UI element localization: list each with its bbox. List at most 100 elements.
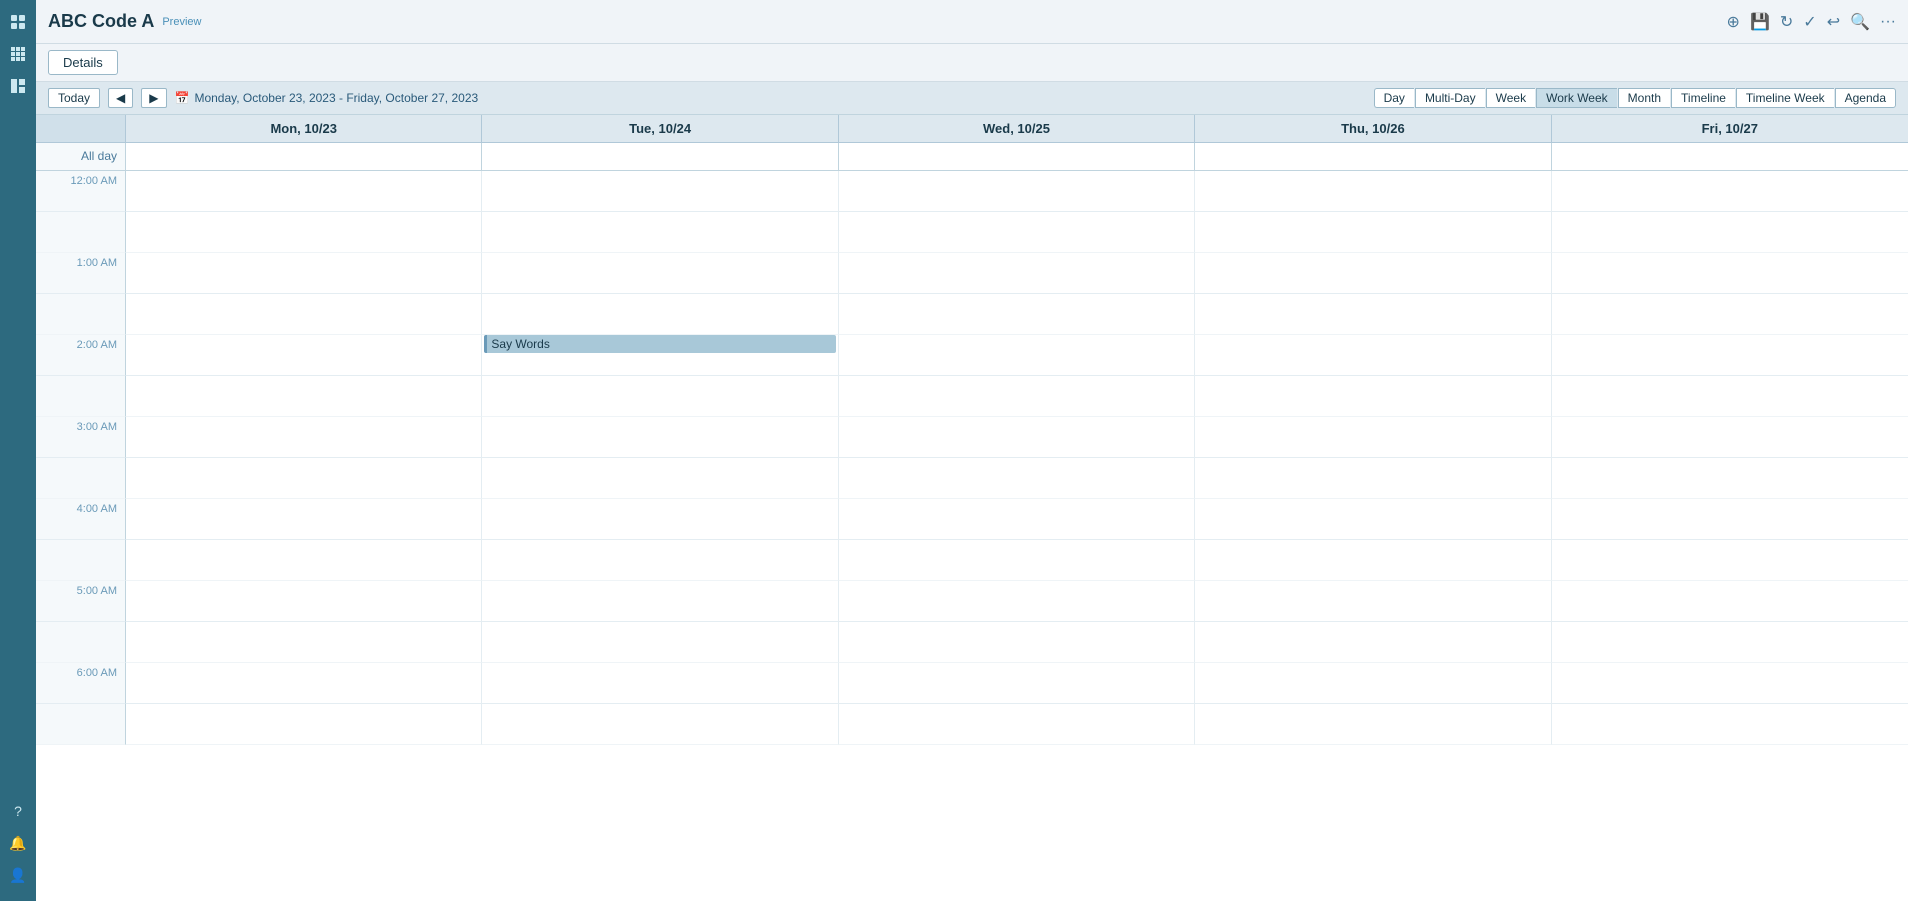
details-button[interactable]: Details xyxy=(48,50,118,75)
cell-4am-thu[interactable] xyxy=(1195,499,1551,540)
cell-12am-wed[interactable] xyxy=(839,171,1195,212)
cell-230am-fri[interactable] xyxy=(1552,376,1908,417)
cell-6am-wed[interactable] xyxy=(839,663,1195,704)
cell-630am-mon[interactable] xyxy=(126,704,482,745)
allday-wed[interactable] xyxy=(839,143,1195,170)
cell-2am-wed[interactable] xyxy=(839,335,1195,376)
cell-4am-wed[interactable] xyxy=(839,499,1195,540)
cell-530am-thu[interactable] xyxy=(1195,622,1551,663)
cell-5am-thu[interactable] xyxy=(1195,581,1551,622)
cell-1230am-tue[interactable] xyxy=(482,212,838,253)
check-icon[interactable]: ✓ xyxy=(1803,12,1816,32)
cell-330am-wed[interactable] xyxy=(839,458,1195,499)
allday-mon[interactable] xyxy=(126,143,482,170)
view-month[interactable]: Month xyxy=(1618,88,1670,108)
event-say-words[interactable]: Say Words xyxy=(484,335,835,353)
refresh-icon[interactable]: ↻ xyxy=(1780,12,1793,32)
user-icon[interactable]: 👤 xyxy=(4,861,32,889)
bell-icon[interactable]: 🔔 xyxy=(4,829,32,857)
cell-530am-mon[interactable] xyxy=(126,622,482,663)
cell-3am-wed[interactable] xyxy=(839,417,1195,458)
cell-230am-mon[interactable] xyxy=(126,376,482,417)
cell-5am-tue[interactable] xyxy=(482,581,838,622)
cell-330am-thu[interactable] xyxy=(1195,458,1551,499)
view-multiday[interactable]: Multi-Day xyxy=(1415,88,1485,108)
cell-430am-tue[interactable] xyxy=(482,540,838,581)
view-week[interactable]: Week xyxy=(1486,88,1535,108)
allday-tue[interactable] xyxy=(482,143,838,170)
view-day[interactable]: Day xyxy=(1374,88,1414,108)
view-workweek[interactable]: Work Week xyxy=(1536,88,1617,108)
cell-3am-tue[interactable] xyxy=(482,417,838,458)
cell-6am-mon[interactable] xyxy=(126,663,482,704)
view-timeline-week[interactable]: Timeline Week xyxy=(1736,88,1834,108)
cell-530am-fri[interactable] xyxy=(1552,622,1908,663)
cell-1am-tue[interactable] xyxy=(482,253,838,294)
cell-130am-mon[interactable] xyxy=(126,294,482,335)
cell-12am-tue[interactable] xyxy=(482,171,838,212)
cell-330am-mon[interactable] xyxy=(126,458,482,499)
cell-630am-fri[interactable] xyxy=(1552,704,1908,745)
cell-430am-wed[interactable] xyxy=(839,540,1195,581)
cell-1am-wed[interactable] xyxy=(839,253,1195,294)
help-icon[interactable]: ? xyxy=(4,797,32,825)
cell-530am-tue[interactable] xyxy=(482,622,838,663)
cell-230am-tue[interactable] xyxy=(482,376,838,417)
cell-1230am-thu[interactable] xyxy=(1195,212,1551,253)
allday-fri[interactable] xyxy=(1552,143,1908,170)
add-icon[interactable]: ⊕ xyxy=(1727,12,1740,32)
cell-12am-thu[interactable] xyxy=(1195,171,1551,212)
cell-230am-wed[interactable] xyxy=(839,376,1195,417)
cell-2am-fri[interactable] xyxy=(1552,335,1908,376)
cell-2am-mon[interactable] xyxy=(126,335,482,376)
undo-icon[interactable]: ↩ xyxy=(1827,12,1840,32)
cell-3am-mon[interactable] xyxy=(126,417,482,458)
more-icon[interactable]: ··· xyxy=(1880,13,1896,31)
view-agenda[interactable]: Agenda xyxy=(1835,88,1896,108)
cell-1am-mon[interactable] xyxy=(126,253,482,294)
cell-1am-fri[interactable] xyxy=(1552,253,1908,294)
cell-6am-tue[interactable] xyxy=(482,663,838,704)
cell-3am-thu[interactable] xyxy=(1195,417,1551,458)
cell-4am-fri[interactable] xyxy=(1552,499,1908,540)
search-icon[interactable]: 🔍 xyxy=(1850,12,1870,32)
sidebar-icon-apps[interactable] xyxy=(4,40,32,68)
cell-5am-mon[interactable] xyxy=(126,581,482,622)
cell-4am-mon[interactable] xyxy=(126,499,482,540)
cell-1230am-fri[interactable] xyxy=(1552,212,1908,253)
cell-630am-tue[interactable] xyxy=(482,704,838,745)
cell-630am-thu[interactable] xyxy=(1195,704,1551,745)
cell-130am-fri[interactable] xyxy=(1552,294,1908,335)
cell-330am-tue[interactable] xyxy=(482,458,838,499)
cell-12am-mon[interactable] xyxy=(126,171,482,212)
cell-2am-tue[interactable]: Say Words xyxy=(482,335,838,376)
cell-1am-thu[interactable] xyxy=(1195,253,1551,294)
cell-430am-mon[interactable] xyxy=(126,540,482,581)
cell-430am-thu[interactable] xyxy=(1195,540,1551,581)
cell-630am-wed[interactable] xyxy=(839,704,1195,745)
cell-4am-tue[interactable] xyxy=(482,499,838,540)
cell-3am-fri[interactable] xyxy=(1552,417,1908,458)
view-timeline[interactable]: Timeline xyxy=(1671,88,1735,108)
cell-1230am-mon[interactable] xyxy=(126,212,482,253)
cell-130am-wed[interactable] xyxy=(839,294,1195,335)
allday-thu[interactable] xyxy=(1195,143,1551,170)
cell-130am-thu[interactable] xyxy=(1195,294,1551,335)
save-icon[interactable]: 💾 xyxy=(1750,12,1770,32)
cell-230am-thu[interactable] xyxy=(1195,376,1551,417)
cell-2am-thu[interactable] xyxy=(1195,335,1551,376)
cell-6am-thu[interactable] xyxy=(1195,663,1551,704)
sidebar-icon-grid[interactable] xyxy=(4,8,32,36)
prev-button[interactable]: ◀ xyxy=(108,88,133,108)
sidebar-icon-grid2[interactable] xyxy=(4,72,32,100)
cell-12am-fri[interactable] xyxy=(1552,171,1908,212)
cell-5am-wed[interactable] xyxy=(839,581,1195,622)
cell-530am-wed[interactable] xyxy=(839,622,1195,663)
cell-430am-fri[interactable] xyxy=(1552,540,1908,581)
cell-5am-fri[interactable] xyxy=(1552,581,1908,622)
next-button[interactable]: ▶ xyxy=(141,88,166,108)
cell-130am-tue[interactable] xyxy=(482,294,838,335)
cell-6am-fri[interactable] xyxy=(1552,663,1908,704)
cell-330am-fri[interactable] xyxy=(1552,458,1908,499)
today-button[interactable]: Today xyxy=(48,88,100,108)
